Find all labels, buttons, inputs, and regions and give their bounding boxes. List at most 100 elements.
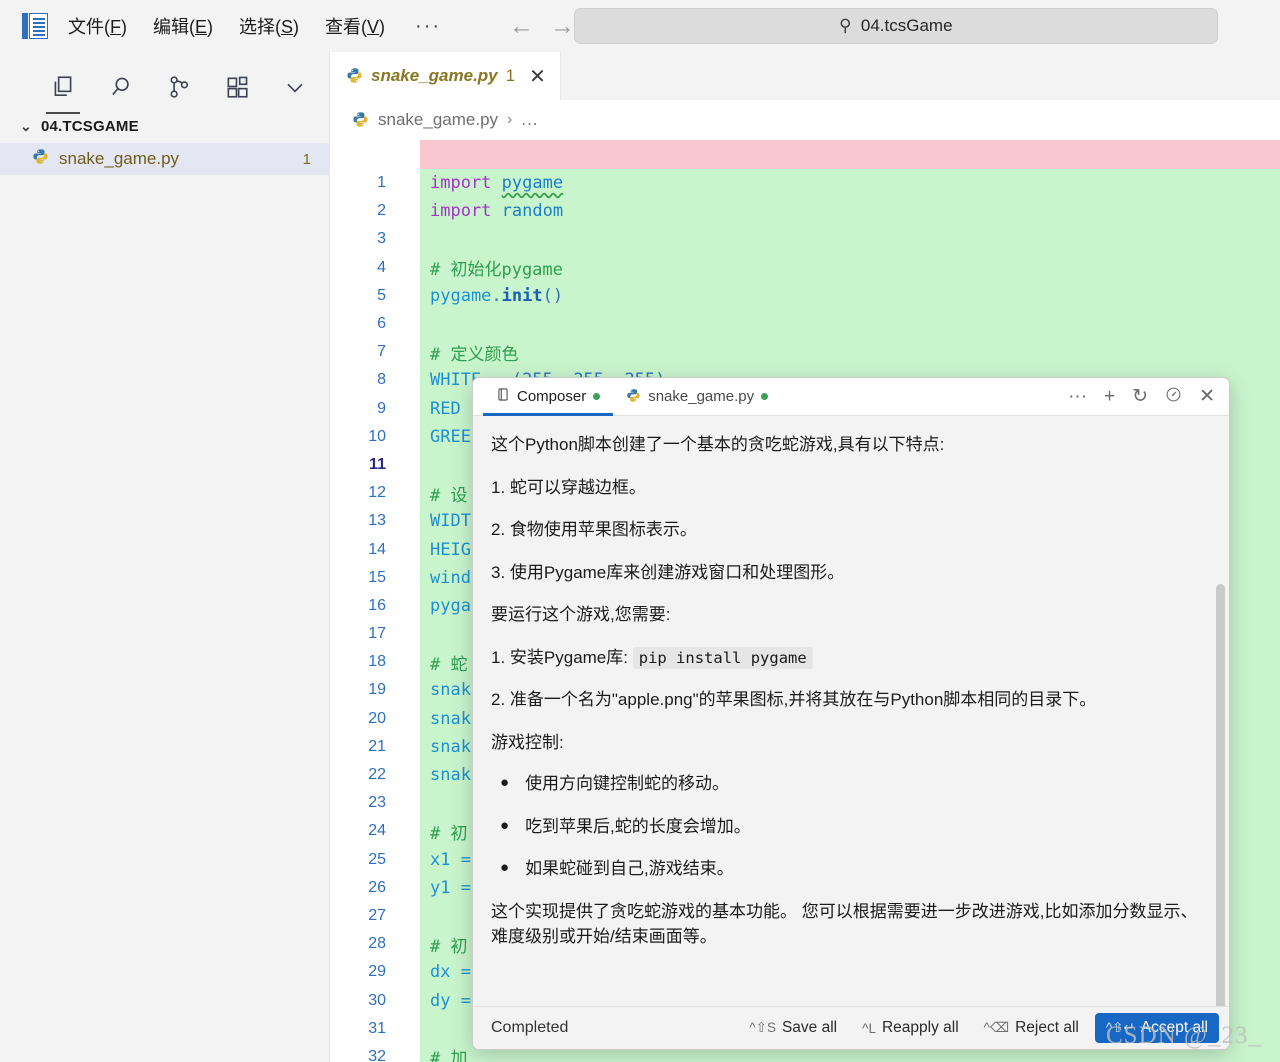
refresh-icon[interactable]: ↻ xyxy=(1132,387,1148,406)
editor-tab-badge: 1 xyxy=(506,66,515,86)
app-window: 文件(F) 编辑(E) 选择(S) 查看(V) ··· ← → ⚲ 04.tcs… xyxy=(0,0,1280,1062)
bullet-icon: ● xyxy=(500,814,509,840)
line-number: 2 xyxy=(330,202,396,220)
composer-status: Completed xyxy=(491,1019,568,1037)
more-icon[interactable]: ··· xyxy=(1068,387,1087,406)
search-value: 04.tcsGame xyxy=(861,16,953,36)
composer-scrollbar[interactable] xyxy=(1216,584,1225,1006)
line-number: 4 xyxy=(330,259,396,277)
breadcrumb: snake_game.py › ... xyxy=(330,100,1280,140)
extensions-icon[interactable] xyxy=(216,66,258,108)
accept-all-button[interactable]: ^⇧↵ Accept all xyxy=(1095,1013,1219,1043)
line-number: 6 xyxy=(330,315,396,333)
code-text: WIDT xyxy=(396,511,471,531)
python-file-icon xyxy=(626,388,641,405)
code-text: import random xyxy=(396,201,563,221)
composer-tab-snake-game[interactable]: snake_game.py xyxy=(613,378,781,416)
vscode-logo-icon xyxy=(22,11,48,41)
menu-item-view[interactable]: 查看(V) xyxy=(323,9,387,43)
breadcrumb-more[interactable]: ... xyxy=(521,110,538,130)
code-text: # 蛇 xyxy=(396,650,467,675)
composer-control-item: ● 如果蛇碰到自己,游戏结束。 xyxy=(491,856,1203,882)
code-text: HEIG xyxy=(396,540,471,560)
history-icon[interactable] xyxy=(1165,386,1182,407)
reapply-all-label: Reapply all xyxy=(882,1019,959,1037)
search-icon: ⚲ xyxy=(839,16,851,36)
composer-run-step-1-text: 1. 安装Pygame库: xyxy=(491,648,628,667)
menu-more-icon[interactable]: ··· xyxy=(409,15,447,38)
code-text: # 定义颜色 xyxy=(396,340,518,365)
source-control-icon[interactable] xyxy=(158,66,200,108)
command-center-search[interactable]: ⚲ 04.tcsGame xyxy=(574,8,1218,44)
file-tree-item-snake-game[interactable]: snake_game.py 1 xyxy=(0,143,329,175)
accept-all-shortcut: ^⇧↵ xyxy=(1106,1020,1135,1036)
line-number: 15 xyxy=(330,569,396,587)
back-arrow-icon[interactable]: ← xyxy=(509,14,534,39)
composer-dialog: Composer snake_game.py ··· + ↻ xyxy=(472,377,1230,1050)
code-text: # 设 xyxy=(396,481,467,506)
chevron-down-icon: ⌄ xyxy=(20,118,32,135)
python-file-icon xyxy=(346,66,363,86)
explorer-icon[interactable] xyxy=(42,66,84,108)
python-file-icon xyxy=(32,148,49,170)
sidebar: ⌄ 04.TCSGAME snake_game.py 1 xyxy=(0,52,330,1062)
reapply-all-button[interactable]: ^L Reapply all xyxy=(853,1014,968,1042)
code-text: # 加 xyxy=(396,1044,467,1062)
code-text: snak xyxy=(396,737,471,757)
save-all-label: Save all xyxy=(782,1019,837,1037)
save-all-button[interactable]: ^⇧S Save all xyxy=(740,1014,846,1042)
composer-control-1: 使用方向键控制蛇的移动。 xyxy=(525,771,729,797)
close-icon[interactable]: ✕ xyxy=(1199,387,1215,406)
menu-item-file[interactable]: 文件(F) xyxy=(66,9,129,43)
nav-arrows: ← → xyxy=(509,14,575,39)
menu-bar: 文件(F) 编辑(E) 选择(S) 查看(V) ··· xyxy=(66,9,447,43)
save-all-shortcut: ^⇧S xyxy=(749,1020,776,1036)
forward-arrow-icon[interactable]: → xyxy=(550,14,575,39)
code-text: GREE xyxy=(396,427,471,447)
composer-header-actions: ··· + ↻ ✕ xyxy=(1068,386,1229,407)
composer-tab-composer[interactable]: Composer xyxy=(483,378,613,416)
line-number: 21 xyxy=(330,738,396,756)
editor-tab-strip: snake_game.py 1 ✕ xyxy=(330,52,1280,100)
line-number: 13 xyxy=(330,512,396,530)
composer-run-step-1: 1. 安装Pygame库: pip install pygame xyxy=(491,645,1203,671)
reject-all-button[interactable]: ^⌫ Reject all xyxy=(975,1014,1088,1042)
chevron-down-icon[interactable] xyxy=(274,66,316,108)
code-text: dy = xyxy=(396,991,471,1011)
menu-item-selection[interactable]: 选择(S) xyxy=(237,9,301,43)
line-number: 27 xyxy=(330,907,396,925)
code-line: 3 xyxy=(330,225,1280,253)
composer-controls-heading: 游戏控制: xyxy=(491,730,1203,756)
code-line: 2import random xyxy=(330,197,1280,225)
editor-tab-snake-game[interactable]: snake_game.py 1 ✕ xyxy=(330,52,561,100)
python-file-icon xyxy=(352,110,369,130)
code-text: snak xyxy=(396,680,471,700)
composer-header: Composer snake_game.py ··· + ↻ xyxy=(473,378,1229,416)
code-text: dx = xyxy=(396,962,471,982)
line-number: 30 xyxy=(330,992,396,1010)
composer-footer: Completed ^⇧S Save all ^L Reapply all ^⌫… xyxy=(473,1006,1229,1049)
line-number: 28 xyxy=(330,935,396,953)
line-number: 16 xyxy=(330,597,396,615)
editor-tab-label: snake_game.py xyxy=(371,66,498,86)
line-number: 11 xyxy=(330,456,396,474)
composer-icon xyxy=(496,387,510,406)
line-number: 20 xyxy=(330,710,396,728)
code-text: # 初始化pygame xyxy=(396,255,563,280)
diff-removed-band xyxy=(420,140,1280,169)
code-text: RED xyxy=(396,399,461,419)
code-line: 6 xyxy=(330,310,1280,338)
line-number: 23 xyxy=(330,794,396,812)
new-icon[interactable]: + xyxy=(1104,387,1115,406)
breadcrumb-file[interactable]: snake_game.py xyxy=(378,110,498,130)
close-icon[interactable]: ✕ xyxy=(529,64,546,89)
reapply-all-shortcut: ^L xyxy=(862,1021,876,1036)
search-icon[interactable] xyxy=(100,66,142,108)
composer-intro: 这个Python脚本创建了一个基本的贪吃蛇游戏,具有以下特点: xyxy=(491,432,1203,458)
code-line: 4# 初始化pygame xyxy=(330,254,1280,282)
title-bar: 文件(F) 编辑(E) 选择(S) 查看(V) ··· ← → ⚲ 04.tcs… xyxy=(0,0,1280,52)
line-number: 12 xyxy=(330,484,396,502)
composer-tab-label: Composer xyxy=(517,388,586,405)
menu-item-edit[interactable]: 编辑(E) xyxy=(151,9,215,43)
code-text: snak xyxy=(396,709,471,729)
